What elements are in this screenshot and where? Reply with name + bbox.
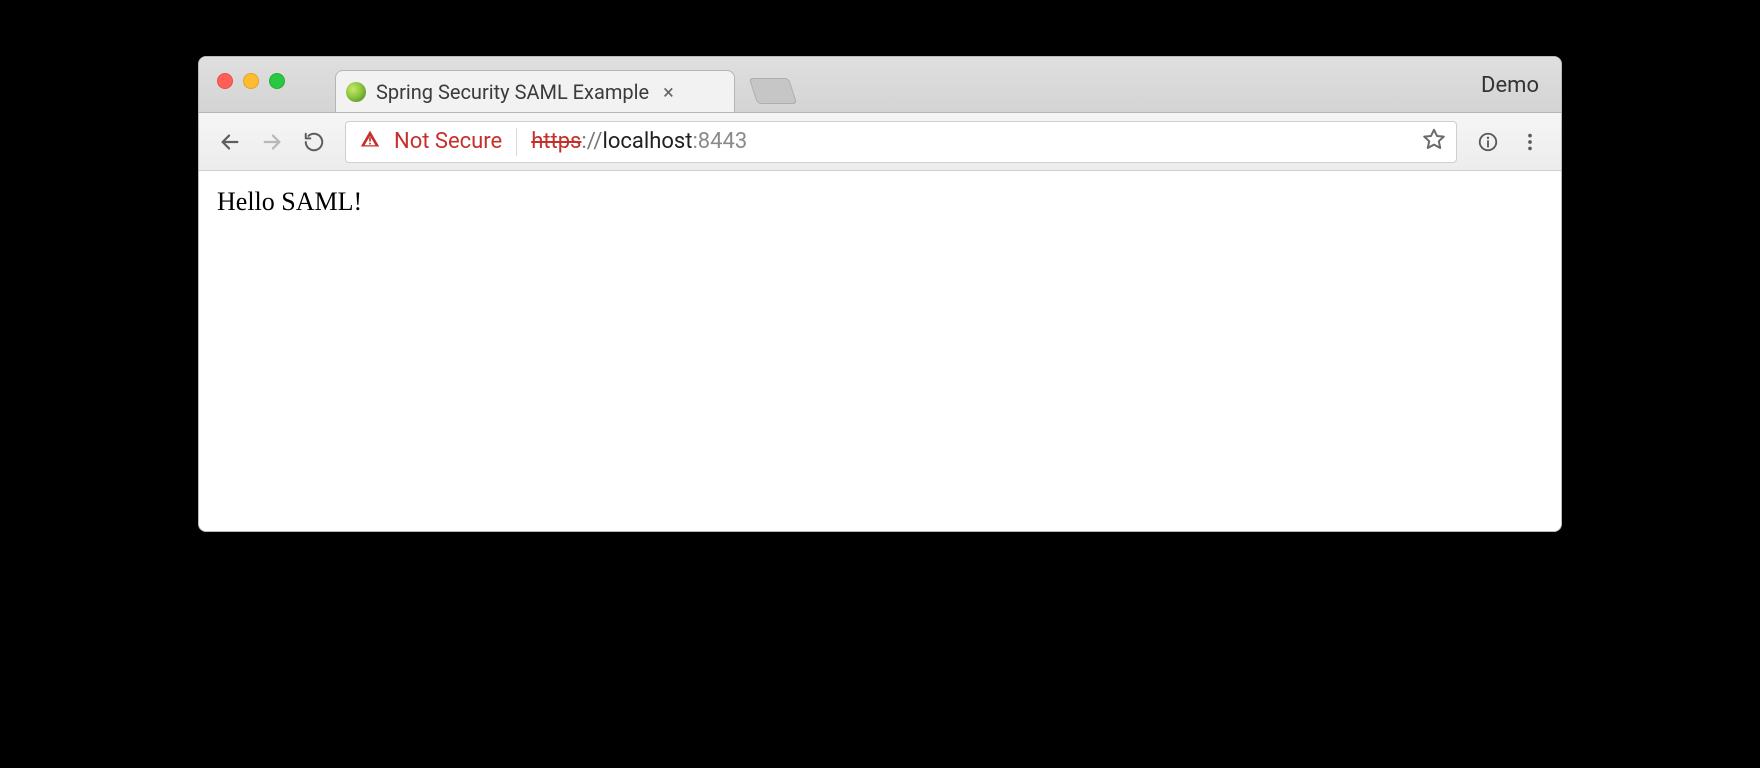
url-separator: :// (581, 129, 602, 154)
minimize-window-button[interactable] (243, 73, 259, 89)
reload-button[interactable] (297, 125, 331, 159)
toolbar: Not Secure https://localhost:8443 (199, 113, 1561, 171)
address-bar[interactable]: Not Secure https://localhost:8443 (345, 121, 1457, 163)
page-body-text: Hello SAML! (217, 187, 362, 216)
kebab-menu-icon[interactable] (1513, 125, 1547, 159)
url-port: :8443 (692, 129, 747, 154)
url-display: https://localhost:8443 (531, 129, 747, 154)
site-info-icon[interactable] (1471, 125, 1505, 159)
maximize-window-button[interactable] (269, 73, 285, 89)
url-scheme: https (531, 129, 581, 154)
close-window-button[interactable] (217, 73, 233, 89)
tab-close-icon[interactable]: × (663, 82, 674, 102)
bookmark-star-icon[interactable] (1422, 127, 1446, 157)
profile-label[interactable]: Demo (1481, 73, 1539, 98)
browser-window: Spring Security SAML Example × Demo Not … (198, 56, 1562, 532)
tab-title: Spring Security SAML Example (376, 80, 649, 104)
spring-favicon-icon (346, 82, 366, 102)
security-status: Not Secure (394, 129, 502, 154)
new-tab-button[interactable] (749, 78, 797, 104)
back-button[interactable] (213, 125, 247, 159)
omnibox-divider (516, 128, 517, 156)
forward-button[interactable] (255, 125, 289, 159)
warning-triangle-icon (360, 129, 380, 155)
tab-strip: Spring Security SAML Example × Demo (199, 57, 1561, 113)
page-content: Hello SAML! (199, 171, 1561, 531)
browser-tab[interactable]: Spring Security SAML Example × (335, 70, 735, 112)
url-host: localhost (603, 129, 693, 154)
window-controls (217, 73, 285, 89)
